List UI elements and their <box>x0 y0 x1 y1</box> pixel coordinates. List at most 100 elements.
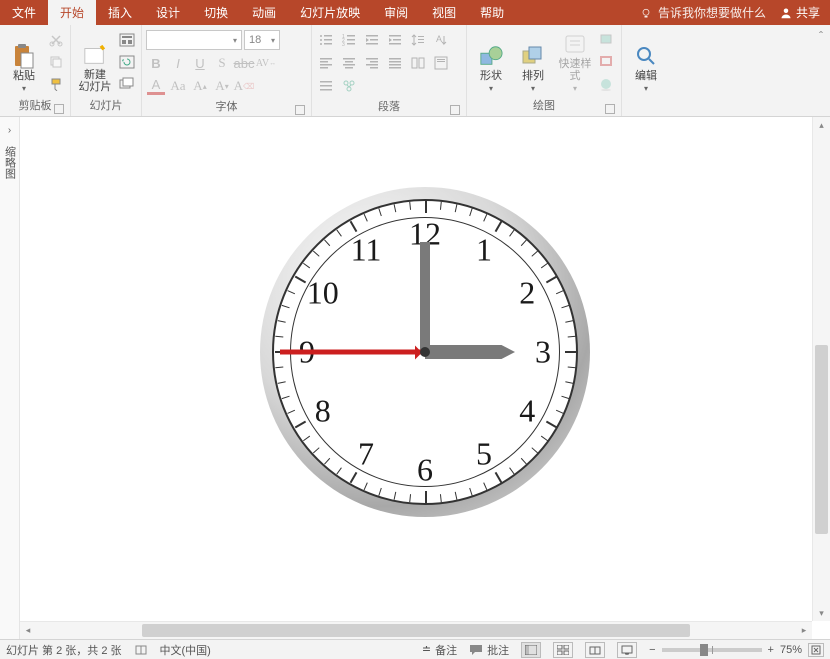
tab-insert[interactable]: 插入 <box>96 0 144 25</box>
expand-pane-button[interactable]: › <box>8 125 11 136</box>
paste-label: 粘贴 <box>13 70 35 82</box>
spellcheck-status[interactable] <box>134 644 148 656</box>
spacing-button[interactable]: AV↔ <box>256 53 276 73</box>
chevron-down-icon: ▾ <box>489 84 493 93</box>
zoom-in-button[interactable]: + <box>768 644 774 656</box>
text-direction-button[interactable]: A <box>431 30 451 50</box>
tab-slideshow[interactable]: 幻灯片放映 <box>288 0 372 25</box>
share-button[interactable]: 共享 <box>780 4 820 21</box>
align-right-button[interactable] <box>362 53 382 73</box>
smartart-button[interactable] <box>339 76 359 96</box>
notes-button[interactable]: ≐备注 <box>422 642 457 658</box>
new-slide-button[interactable]: 新建 幻灯片 <box>75 27 115 93</box>
fit-to-window-button[interactable] <box>808 643 824 657</box>
scroll-right-button[interactable]: ▸ <box>796 622 812 639</box>
sorter-view-button[interactable] <box>553 642 573 658</box>
clock-number: 7 <box>358 436 374 473</box>
reset-button[interactable] <box>117 53 137 71</box>
shadow-button[interactable]: S <box>212 53 232 73</box>
reading-view-button[interactable] <box>585 642 605 658</box>
clock-number: 10 <box>307 275 339 312</box>
section-button[interactable] <box>117 75 137 93</box>
clock-shape[interactable]: 121234567891011 <box>260 187 590 517</box>
justify-button[interactable] <box>385 53 405 73</box>
align-text-button[interactable] <box>431 53 451 73</box>
underline-button[interactable]: U <box>190 53 210 73</box>
tell-me-search[interactable]: 告诉我你想要做什么 <box>640 4 766 21</box>
format-painter-button[interactable] <box>46 75 66 93</box>
scroll-left-button[interactable]: ◂ <box>20 622 36 639</box>
cut-button[interactable] <box>46 31 66 49</box>
paste-button[interactable]: 粘贴 ▾ <box>4 27 44 93</box>
shape-effects-button[interactable] <box>597 75 617 93</box>
arrange-button[interactable]: 排列 ▾ <box>513 27 553 93</box>
layout-button[interactable] <box>117 31 137 49</box>
collapse-ribbon-button[interactable]: ˆ <box>812 25 830 116</box>
clock-tick <box>425 491 427 503</box>
tab-help[interactable]: 帮助 <box>468 0 516 25</box>
numbering-button[interactable]: 123 <box>339 30 359 50</box>
font-color-button[interactable]: A <box>146 76 166 96</box>
normal-view-button[interactable] <box>521 642 541 658</box>
align-center-button[interactable] <box>339 53 359 73</box>
tab-review[interactable]: 审阅 <box>372 0 420 25</box>
bullets-button[interactable] <box>316 30 336 50</box>
vscroll-thumb[interactable] <box>815 345 828 534</box>
align-left-button[interactable] <box>316 53 336 73</box>
increase-indent-button[interactable] <box>385 30 405 50</box>
strike-button[interactable]: abc <box>234 53 254 73</box>
clock-number: 11 <box>351 231 382 268</box>
change-case-button[interactable]: Aa <box>168 76 188 96</box>
columns-button[interactable] <box>408 53 428 73</box>
group-editing-label <box>626 99 666 116</box>
zoom-level[interactable]: 75% <box>780 644 802 656</box>
language-status[interactable]: 中文(中国) <box>160 642 211 658</box>
zoom-out-button[interactable]: − <box>649 644 655 656</box>
line-spacing-button[interactable] <box>408 30 428 50</box>
scroll-up-button[interactable]: ▴ <box>813 117 830 133</box>
shrink-font-button[interactable]: A▾ <box>212 76 232 96</box>
distribute-button[interactable] <box>316 76 336 96</box>
tab-view[interactable]: 视图 <box>420 0 468 25</box>
person-icon <box>780 7 792 19</box>
copy-button[interactable] <box>46 53 66 71</box>
slideshow-view-button[interactable] <box>617 642 637 658</box>
tab-transition[interactable]: 切换 <box>192 0 240 25</box>
quick-styles-button[interactable]: 快速样式 ▾ <box>555 27 595 93</box>
horizontal-scrollbar[interactable]: ◂ ▸ <box>20 621 812 639</box>
bold-button[interactable]: B <box>146 53 166 73</box>
tab-file[interactable]: 文件 <box>0 0 48 25</box>
font-launcher[interactable] <box>295 105 305 115</box>
scroll-down-button[interactable]: ▾ <box>813 605 830 621</box>
vertical-scrollbar[interactable]: ▴ ▾ <box>812 117 830 621</box>
second-hand <box>280 350 425 355</box>
shape-outline-button[interactable] <box>597 53 617 71</box>
comments-button[interactable]: 批注 <box>469 642 509 658</box>
grow-font-button[interactable]: A▴ <box>190 76 210 96</box>
paragraph-launcher[interactable] <box>450 105 460 115</box>
shapes-button[interactable]: 形状 ▾ <box>471 27 511 93</box>
clear-format-button[interactable]: A⌫ <box>234 76 254 96</box>
tab-animation[interactable]: 动画 <box>240 0 288 25</box>
editing-button[interactable]: 编辑 ▾ <box>626 27 666 93</box>
clock-number: 4 <box>519 393 535 430</box>
tab-bar: 文件 开始 插入 设计 切换 动画 幻灯片放映 审阅 视图 帮助 告诉我你想要做… <box>0 0 830 25</box>
tab-design[interactable]: 设计 <box>144 0 192 25</box>
zoom-thumb[interactable] <box>700 644 708 656</box>
font-name-combo[interactable]: ▾ <box>146 30 242 50</box>
zoom-slider[interactable] <box>662 648 762 652</box>
slide-counter[interactable]: 幻灯片 第 2 张，共 2 张 <box>6 642 122 658</box>
hscroll-thumb[interactable] <box>142 624 689 637</box>
decrease-indent-button[interactable] <box>362 30 382 50</box>
shape-fill-button[interactable] <box>597 31 617 49</box>
slide-canvas[interactable]: 121234567891011 ▴ ▾ ◂ ▸ <box>20 117 830 639</box>
find-icon <box>634 44 658 68</box>
clipboard-launcher[interactable] <box>54 104 64 114</box>
shapes-icon <box>479 44 503 68</box>
tab-home[interactable]: 开始 <box>48 0 96 25</box>
hour-hand <box>425 345 515 359</box>
clock-tick <box>565 351 577 353</box>
drawing-launcher[interactable] <box>605 104 615 114</box>
italic-button[interactable]: I <box>168 53 188 73</box>
font-size-combo[interactable]: 18▾ <box>244 30 280 50</box>
